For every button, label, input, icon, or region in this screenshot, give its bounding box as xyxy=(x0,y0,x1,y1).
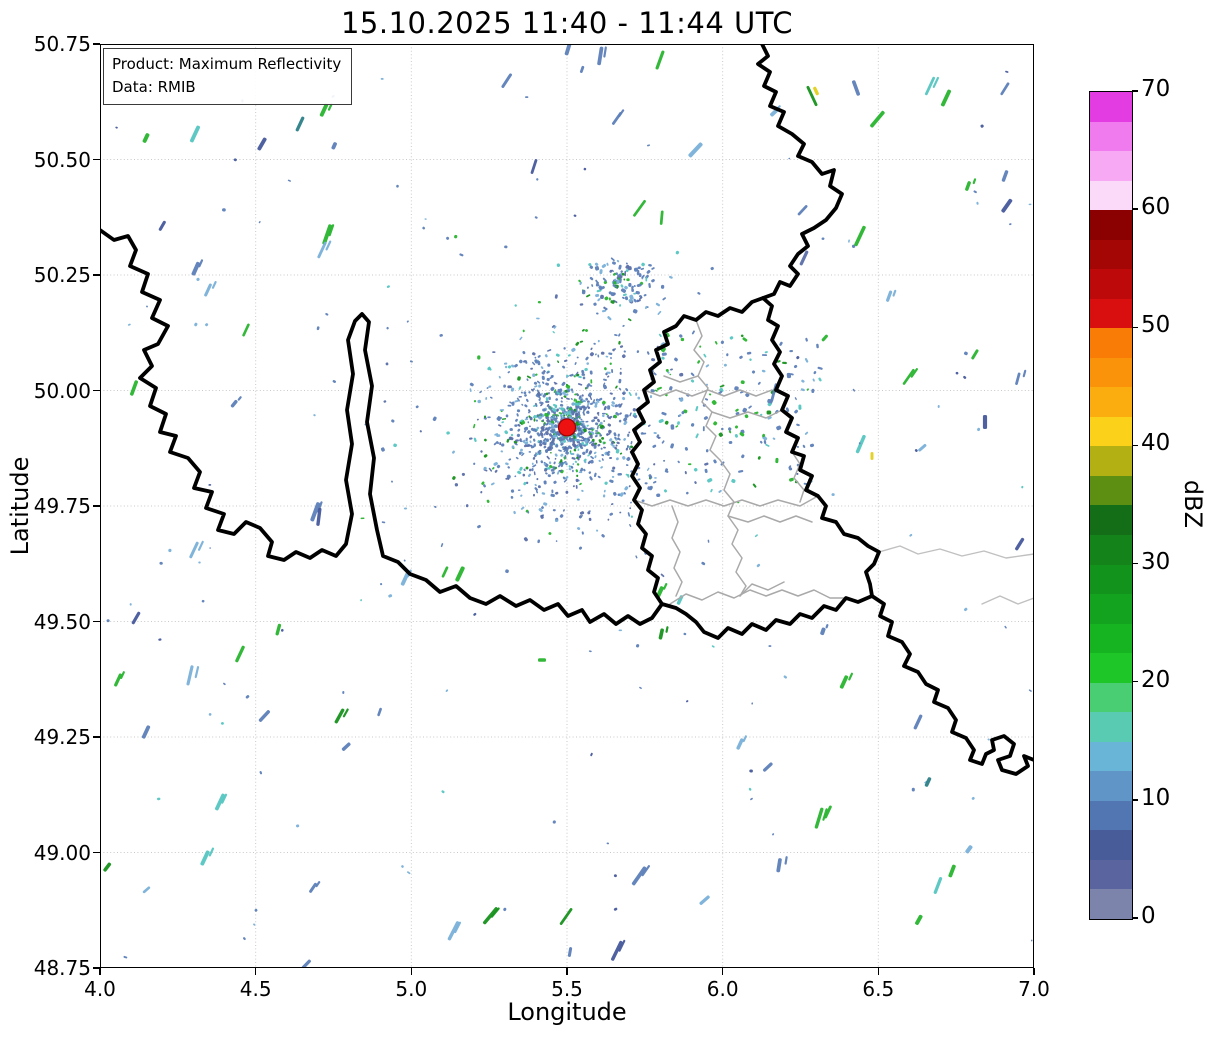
radar-site-marker xyxy=(557,418,577,437)
colorbar-segment xyxy=(1090,741,1132,772)
colorbar-segment xyxy=(1090,771,1132,801)
x-tick-mark xyxy=(566,968,568,975)
colorbar-tick-mark xyxy=(1132,326,1138,328)
colorbar-segment xyxy=(1090,446,1132,476)
colorbar-segment xyxy=(1090,475,1132,506)
colorbar-segment xyxy=(1090,859,1132,890)
data-source-label: Data: RMIB xyxy=(112,77,196,96)
colorbar-tick-label: 0 xyxy=(1141,903,1156,929)
x-tick-label: 5.5 xyxy=(551,977,583,1001)
colorbar-segment xyxy=(1090,594,1132,624)
y-tick-label: 49.75 xyxy=(33,494,91,518)
colorbar-segment xyxy=(1090,830,1132,860)
x-tick-label: 6.5 xyxy=(862,977,895,1001)
y-tick-label: 48.75 xyxy=(33,956,91,980)
colorbar-segment xyxy=(1090,357,1132,388)
radar-figure: 15.10.2025 11:40 - 11:44 UTC Product: Ma… xyxy=(0,0,1219,1040)
colorbar-segment xyxy=(1090,564,1132,595)
colorbar-tick-mark xyxy=(1132,444,1138,447)
x-tick-mark xyxy=(99,968,101,975)
y-tick-label: 50.00 xyxy=(33,378,91,403)
product-legend-box: Product: Maximum Reflectivity Data: RMIB xyxy=(103,48,353,105)
colorbar-unit-label: dBZ xyxy=(1179,479,1207,529)
y-tick-mark xyxy=(93,736,100,738)
x-tick-mark xyxy=(877,968,880,975)
x-tick-mark xyxy=(254,968,257,975)
x-tick-mark xyxy=(410,968,413,975)
colorbar-segment xyxy=(1090,239,1132,270)
luxembourg-outline xyxy=(630,296,881,640)
colorbar-tick-mark xyxy=(1132,799,1138,801)
x-tick-mark xyxy=(721,968,724,975)
product-label: Product: Maximum Reflectivity xyxy=(112,55,342,73)
colorbar-segment xyxy=(1090,505,1132,535)
y-tick-mark xyxy=(93,158,100,161)
colorbar-segment xyxy=(1090,623,1132,654)
y-tick-mark xyxy=(93,967,100,969)
map-canvas xyxy=(100,44,1034,968)
colorbar-segment xyxy=(1090,269,1132,299)
y-tick-mark xyxy=(93,389,100,392)
x-axis-label: Longitude xyxy=(507,998,627,1026)
colorbar-segment xyxy=(1090,92,1132,122)
colorbar-segment xyxy=(1090,800,1132,831)
figure-title: 15.10.2025 11:40 - 11:44 UTC xyxy=(340,6,794,40)
colorbar-segment xyxy=(1090,180,1132,211)
y-tick-label: 49.50 xyxy=(33,609,91,634)
secondary-border-lines xyxy=(878,545,1034,605)
colorbar-segment xyxy=(1090,712,1132,742)
colorbar-tick-label: 70 xyxy=(1141,76,1171,102)
x-tick-label: 7.0 xyxy=(1018,977,1050,1001)
map-plot-area: Product: Maximum Reflectivity Data: RMIB xyxy=(100,44,1034,968)
belgium-germany-border xyxy=(756,44,844,300)
y-tick-mark xyxy=(93,620,100,623)
colorbar-segment xyxy=(1090,682,1132,713)
colorbar-tick-label: 20 xyxy=(1141,666,1171,693)
colorbar-segment xyxy=(1090,889,1132,919)
y-tick-mark xyxy=(93,851,100,854)
colorbar-segment xyxy=(1090,151,1132,181)
colorbar-tick-label: 30 xyxy=(1141,548,1171,575)
x-tick-label: 4.5 xyxy=(239,977,272,1001)
colorbar-tick-mark xyxy=(1132,562,1138,565)
colorbar-tick-label: 60 xyxy=(1141,194,1171,221)
colorbar-segment xyxy=(1090,121,1132,152)
y-tick-label: 50.75 xyxy=(33,32,91,56)
colorbar-segment xyxy=(1090,534,1132,565)
colorbar-segment xyxy=(1090,328,1132,358)
colorbar xyxy=(1089,91,1133,920)
colorbar-segment xyxy=(1090,416,1132,447)
x-tick-label: 5.0 xyxy=(395,977,428,1001)
colorbar-segment xyxy=(1090,298,1132,329)
y-tick-label: 49.25 xyxy=(33,725,91,749)
colorbar-tick-label: 40 xyxy=(1141,430,1171,457)
colorbar-segment xyxy=(1090,210,1132,240)
x-tick-mark xyxy=(1033,968,1035,975)
luxembourg-canton-borders xyxy=(633,319,847,605)
colorbar-tick-label: 10 xyxy=(1141,784,1171,811)
y-tick-mark xyxy=(93,274,100,276)
y-tick-mark xyxy=(93,505,100,507)
colorbar-tick-mark xyxy=(1132,917,1138,919)
y-tick-mark xyxy=(93,43,100,45)
x-tick-label: 6.0 xyxy=(706,977,739,1001)
colorbar-segment xyxy=(1090,387,1132,417)
x-tick-label: 4.0 xyxy=(84,977,116,1001)
y-tick-label: 50.25 xyxy=(33,263,91,287)
y-tick-label: 49.00 xyxy=(33,840,91,865)
colorbar-tick-mark xyxy=(1132,681,1138,683)
colorbar-tick-label: 50 xyxy=(1141,312,1171,339)
grid-layer xyxy=(100,44,1034,968)
y-tick-label: 50.50 xyxy=(33,147,91,172)
germany-france-border xyxy=(870,594,1034,776)
colorbar-tick-mark xyxy=(1132,208,1138,210)
colorbar-segment xyxy=(1090,653,1132,683)
colorbar-tick-mark xyxy=(1132,90,1138,92)
